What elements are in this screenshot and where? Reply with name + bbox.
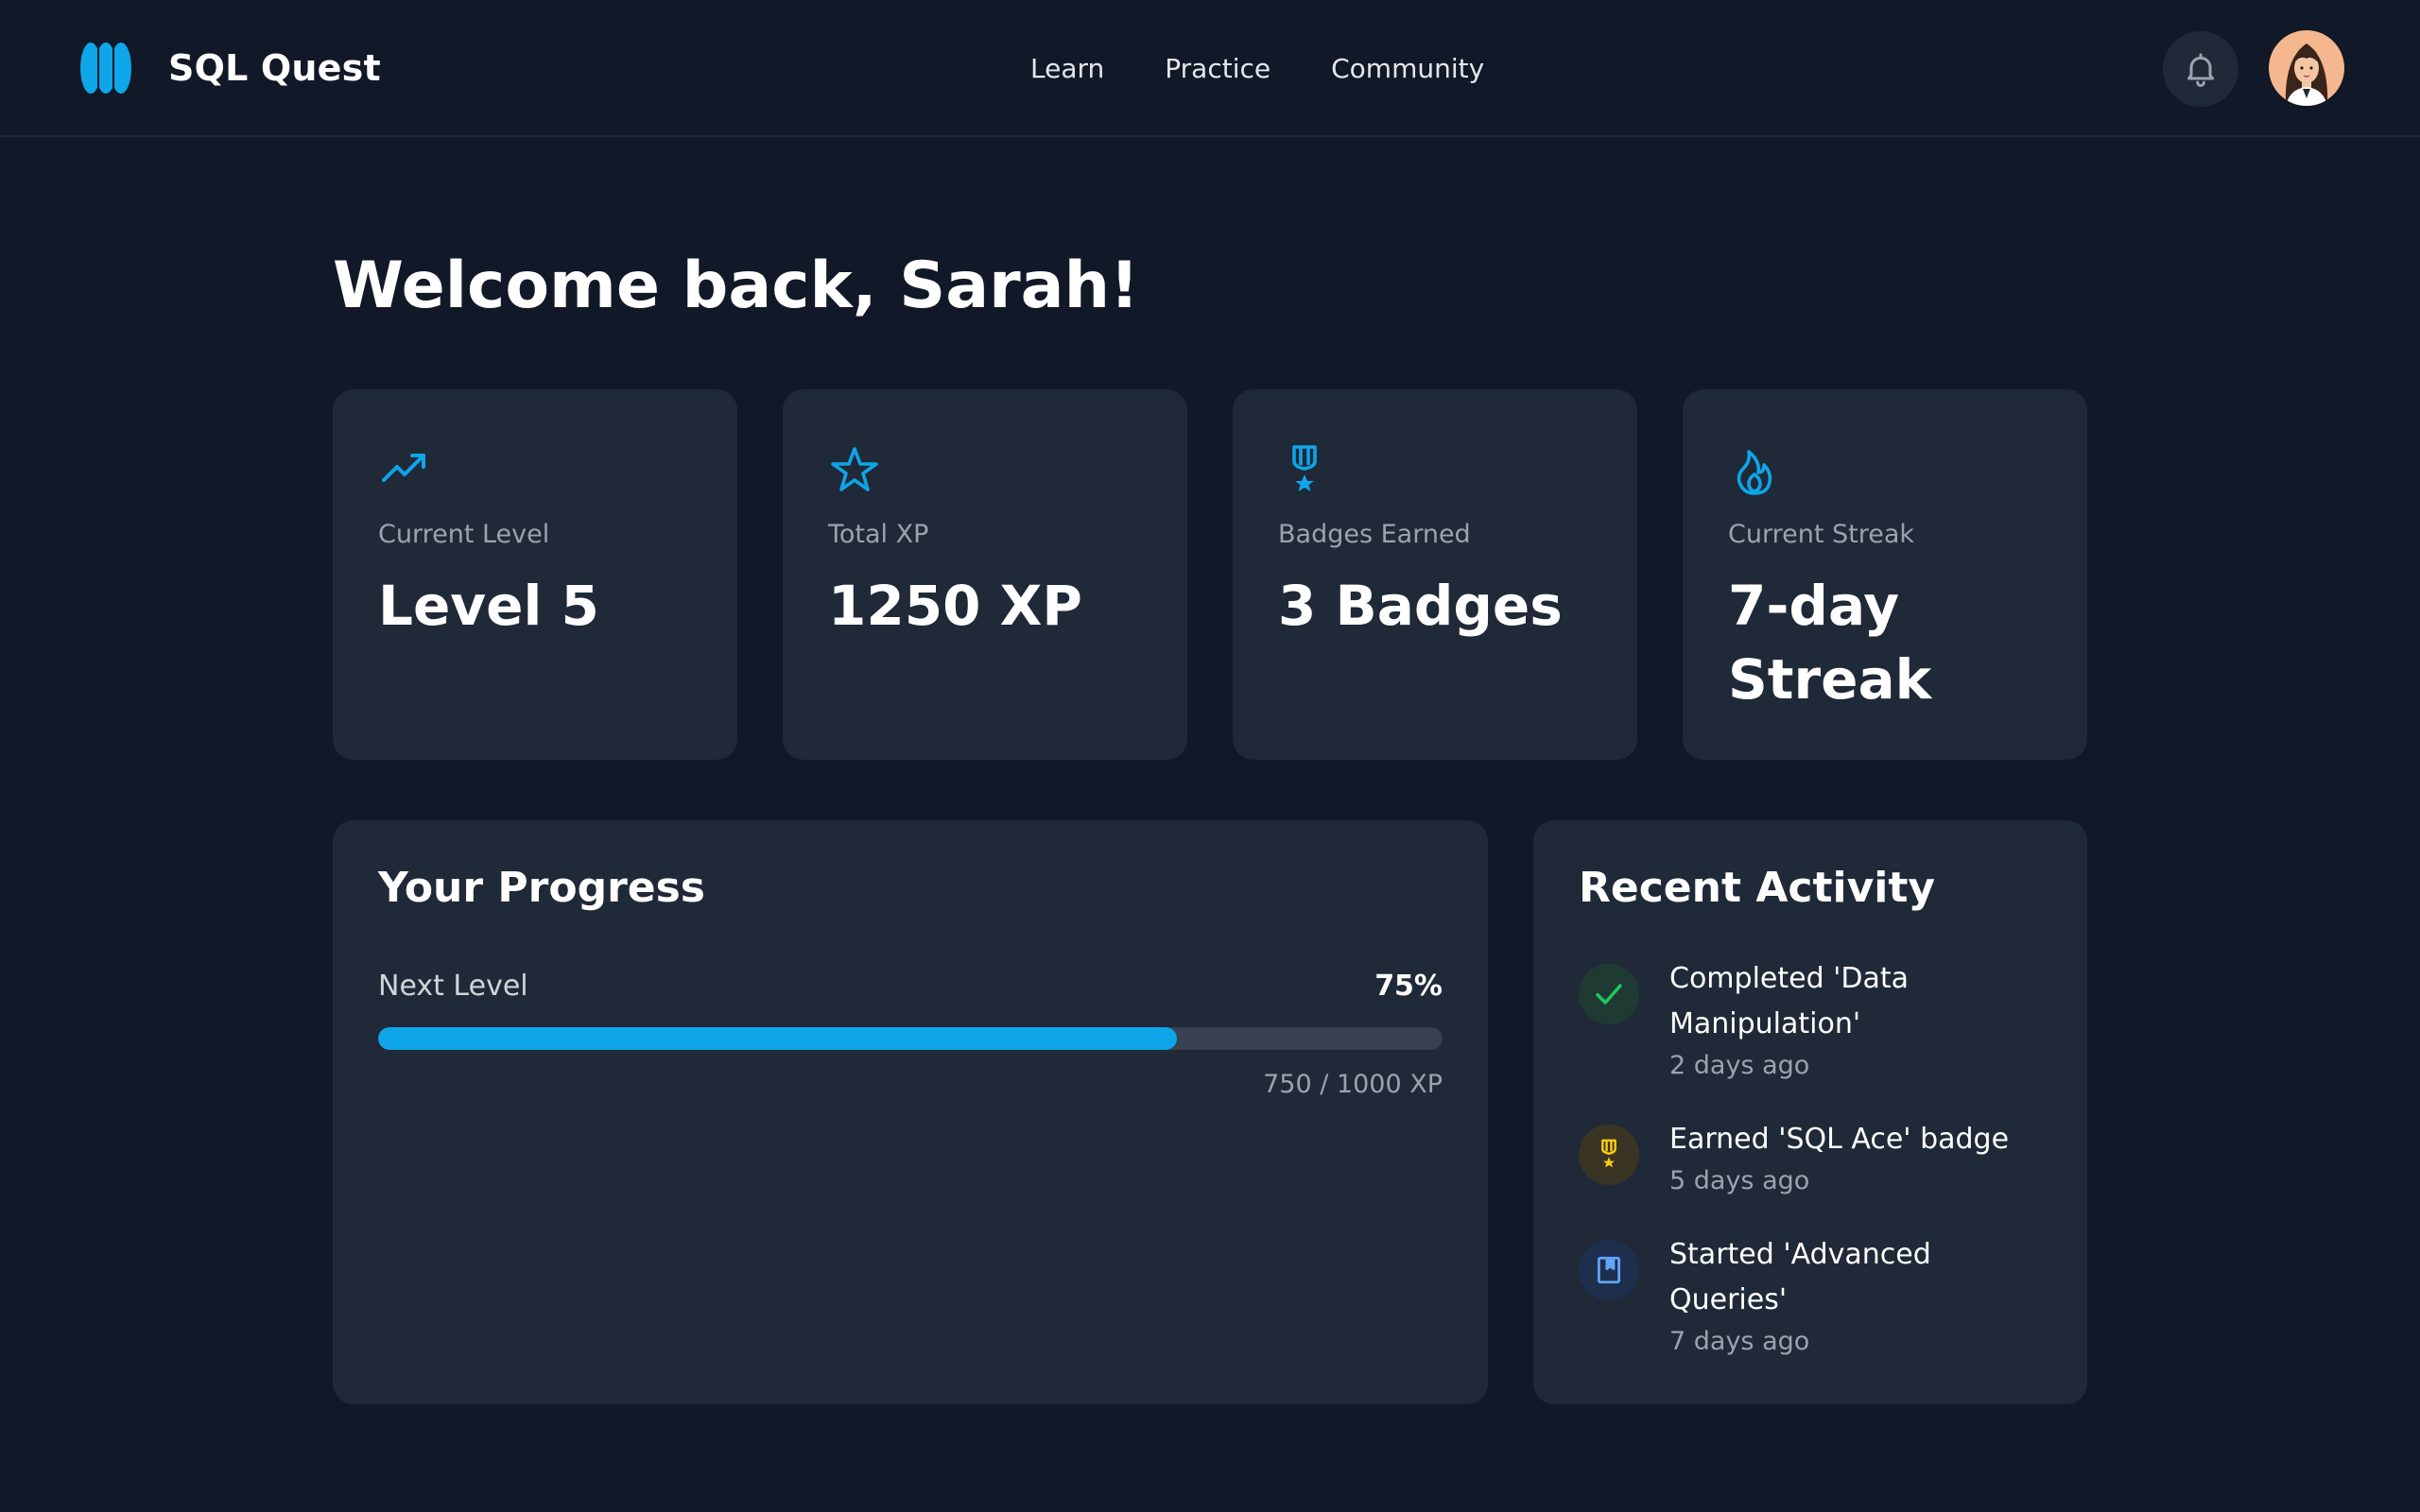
progress-percent: 75% (1374, 970, 1443, 1003)
recent-activity-title: Recent Activity (1579, 864, 1936, 912)
medal-icon (1292, 445, 1317, 491)
medal-icon (1601, 1139, 1616, 1168)
stat-label: Current Level (378, 520, 550, 549)
flame-icon (1737, 450, 1772, 495)
app-name: SQL Quest (168, 47, 381, 89)
check-icon (1596, 984, 1622, 1005)
activity-icon-wrapper (1579, 964, 1639, 1024)
activity-time: 5 days ago (1669, 1166, 1810, 1195)
user-avatar[interactable] (2269, 30, 2344, 106)
progress-bar (378, 1027, 1443, 1050)
activity-icon-wrapper (1579, 1125, 1639, 1185)
brand[interactable]: SQL Quest (79, 42, 381, 94)
bell-icon (2187, 53, 2214, 87)
stat-label: Total XP (828, 520, 929, 549)
stat-card-badges: Badges Earned 3 Badges (1233, 389, 1637, 760)
stat-card-xp: Total XP 1250 XP (783, 389, 1187, 760)
activity-time: 7 days ago (1669, 1327, 1810, 1356)
activity-icon-wrapper (1579, 1240, 1639, 1300)
activity-text: Earned 'SQL Ace' badge 5 days ago (1669, 1117, 2048, 1200)
main-nav: Learn Practice Community (1030, 45, 1484, 91)
sql-quest-logo-icon (80, 43, 131, 94)
stat-value: 1250 XP (828, 574, 1082, 638)
progress-xp: 750 / 1000 XP (1263, 1070, 1443, 1099)
stat-label: Current Streak (1728, 520, 1915, 549)
avatar-image (2269, 30, 2344, 106)
notifications-button[interactable] (2163, 31, 2238, 107)
stat-label: Badges Earned (1278, 520, 1471, 549)
nav-learn[interactable]: Learn (1030, 53, 1104, 84)
stat-value: 7-day Streak (1728, 574, 1932, 712)
activity-title: Started 'Advanced Queries' (1669, 1238, 1931, 1316)
top-navigation-bar: SQL Quest Learn Practice Community (0, 0, 2420, 137)
nav-community[interactable]: Community (1331, 53, 1484, 84)
progress-label: Next Level (378, 970, 528, 1003)
nav-practice[interactable]: Practice (1165, 53, 1270, 84)
activity-title: Completed 'Data Manipulation' (1669, 962, 1910, 1040)
progress-card: Your Progress Next Level 75% 750 / 1000 … (333, 820, 1488, 1404)
recent-activity-card: Recent Activity Completed 'Data Manipula… (1533, 820, 2087, 1404)
activity-text: Started 'Advanced Queries' 7 days ago (1669, 1232, 2048, 1361)
stat-value: 3 Badges (1278, 574, 1563, 638)
trending-up-icon (382, 454, 425, 482)
progress-title: Your Progress (378, 864, 705, 912)
stat-card-level: Current Level Level 5 (333, 389, 737, 760)
progress-bar-fill (378, 1027, 1177, 1050)
activity-time: 2 days ago (1669, 1051, 1810, 1080)
stat-card-streak: Current Streak 7-day Streak (1683, 389, 2087, 760)
stat-value: Level 5 (378, 574, 599, 638)
activity-text: Completed 'Data Manipulation' 2 days ago (1669, 956, 2048, 1085)
book-icon (1597, 1256, 1621, 1284)
activity-title: Earned 'SQL Ace' badge (1669, 1123, 2010, 1156)
star-icon (831, 447, 878, 491)
page-title: Welcome back, Sarah! (333, 249, 1139, 323)
